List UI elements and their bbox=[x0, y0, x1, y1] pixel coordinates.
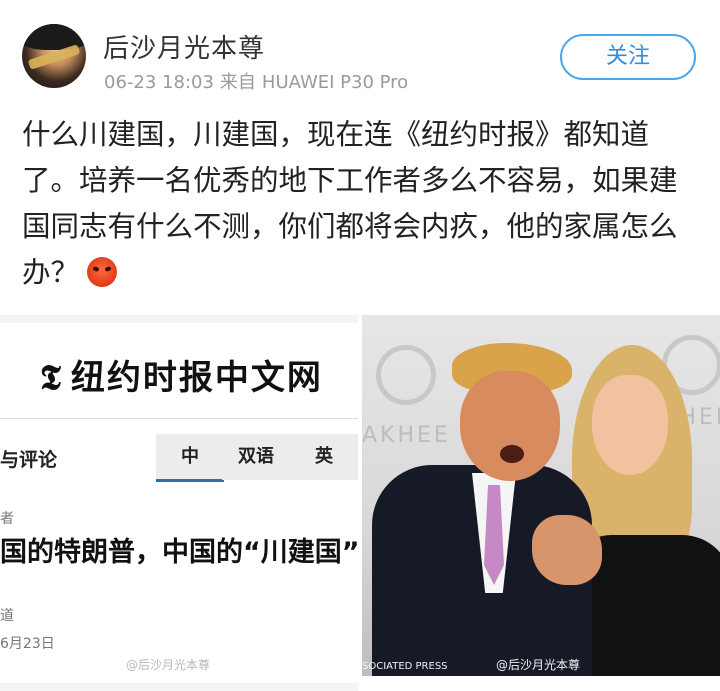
post-source-prefix: 来自 bbox=[219, 72, 256, 93]
post-image-photo[interactable]: AKHEE KHEE SOCIATED PRESS @后沙月光本尊 bbox=[362, 315, 720, 676]
nyt-logo-text: 纽约时报中文网 bbox=[70, 358, 323, 398]
post-text: 什么川建国，川建国，现在连《纽约时报》都知道了。培养一名优秀的地下工作者多么不容… bbox=[22, 118, 678, 289]
watermark: @后沙月光本尊 bbox=[496, 658, 581, 672]
watermark: @后沙月光本尊 bbox=[126, 658, 211, 672]
nyt-date: 6月23日 bbox=[0, 636, 55, 652]
man-hand bbox=[532, 515, 602, 585]
avatar[interactable] bbox=[22, 24, 86, 88]
nyt-byline: 道 bbox=[0, 608, 14, 624]
nyt-section: 与评论 bbox=[0, 449, 58, 471]
post-timestamp: 06-23 18:03 bbox=[104, 72, 214, 93]
image-gap bbox=[362, 676, 720, 691]
tab-bilingual: 双语 bbox=[222, 434, 290, 480]
follow-button[interactable]: 关注 bbox=[560, 34, 696, 80]
nyt-t-icon: 𝕿 bbox=[40, 358, 63, 398]
man-mouth bbox=[500, 445, 524, 463]
nyt-headline: 国的特朗普，中国的“川建国” bbox=[0, 537, 360, 568]
woman-face bbox=[592, 375, 668, 475]
post-header: 后沙月光本尊 06-23 18:03 来自 HUAWEI P30 Pro 关注 bbox=[0, 0, 720, 110]
username[interactable]: 后沙月光本尊 bbox=[103, 28, 265, 65]
post-meta: 06-23 18:03 来自 HUAWEI P30 Pro bbox=[104, 68, 414, 94]
post-device[interactable]: HUAWEI P30 Pro bbox=[262, 72, 408, 93]
tab-chinese: 中 bbox=[156, 434, 224, 482]
nyt-author: 者 bbox=[0, 511, 14, 527]
man-face bbox=[460, 371, 560, 481]
post-body: 什么川建国，川建国，现在连《纽约时报》都知道了。培养一名优秀的地下工作者多么不容… bbox=[22, 112, 702, 296]
angry-face-icon bbox=[87, 257, 118, 287]
photo-credit: SOCIATED PRESS bbox=[362, 661, 448, 672]
divider bbox=[0, 418, 358, 419]
nyt-logo: 𝕿 纽约时报中文网 bbox=[40, 350, 323, 399]
photo-man bbox=[372, 335, 602, 676]
tab-english: 英 bbox=[290, 434, 358, 480]
